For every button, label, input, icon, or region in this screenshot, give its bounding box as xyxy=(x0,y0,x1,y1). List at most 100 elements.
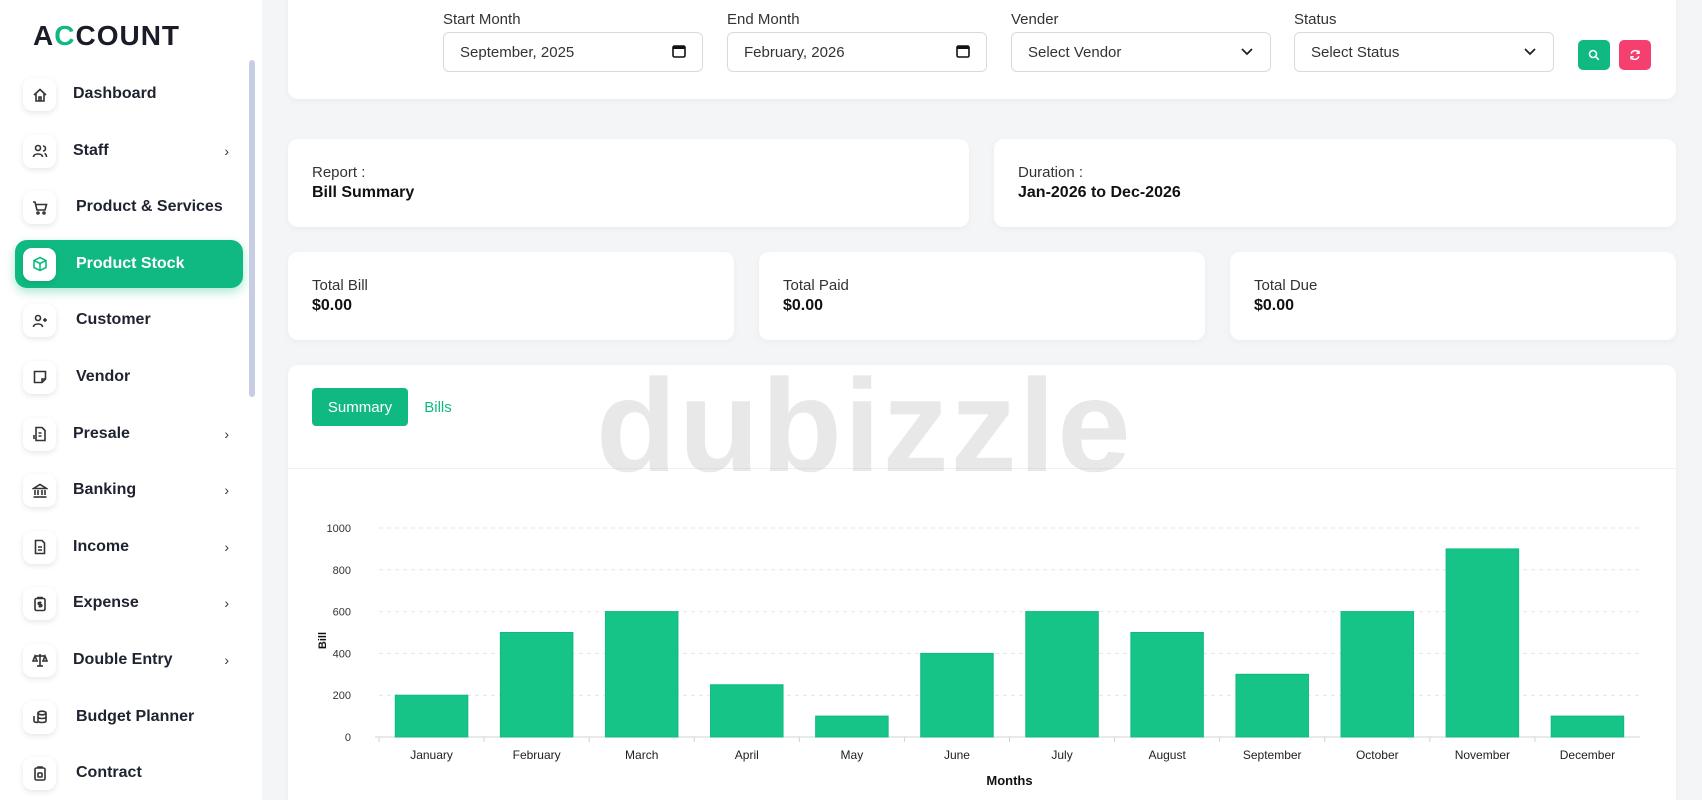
chevron-right-icon: › xyxy=(224,595,229,612)
bar-june xyxy=(920,652,994,738)
report-value: Bill Summary xyxy=(312,184,415,201)
sidebar-item-presale[interactable]: Presale › xyxy=(15,410,243,458)
bill-bar-chart: 0 200 400 600 800 1000 January February March Apr… xyxy=(317,523,1640,788)
duration-card: Duration : Jan-2026 to Dec-2026 xyxy=(994,139,1676,227)
sidebar-item-staff[interactable]: Staff › xyxy=(15,127,243,175)
total-due-card: Total Due $0.00 xyxy=(1230,252,1676,340)
x-tick-label: August xyxy=(1148,748,1186,762)
sidebar-item-label: Dashboard xyxy=(73,85,157,102)
total-bill-title: Total Bill xyxy=(312,277,368,294)
start-month-input[interactable]: September, 2025 xyxy=(443,32,703,72)
sidebar-item-expense[interactable]: Expense › xyxy=(15,579,243,627)
search-icon xyxy=(1588,49,1600,61)
calendar-icon[interactable] xyxy=(956,44,970,61)
sidebar-item-label: Double Entry xyxy=(73,650,173,668)
sidebar: ACCOUNT Dashboard Staff › Product & Service… xyxy=(0,0,262,800)
file-icon xyxy=(23,530,56,564)
y-tick-label: 200 xyxy=(333,690,351,702)
sidebar-item-label: Expense xyxy=(73,594,139,612)
y-tick-label: 0 xyxy=(345,732,351,744)
total-bill-value: $0.00 xyxy=(312,297,353,314)
y-tick-label: 800 xyxy=(333,565,351,577)
x-tick-label: March xyxy=(625,748,658,762)
sidebar-item-dashboard[interactable]: Dashboard xyxy=(15,70,243,118)
y-tick-label: 400 xyxy=(333,648,351,660)
sidebar-item-label: Product & Services xyxy=(76,198,223,216)
x-tick-label: January xyxy=(410,748,453,762)
end-month-value: February, 2026 xyxy=(744,43,845,61)
x-tick-label: June xyxy=(944,748,970,762)
sidebar-item-product-services[interactable]: Product & Services xyxy=(15,183,243,231)
sidebar-item-label: Income xyxy=(73,537,130,555)
sidebar-item-label: Staff xyxy=(73,141,109,159)
clipboard-dollar-icon xyxy=(23,587,56,621)
bar-august xyxy=(1130,632,1204,738)
note-icon xyxy=(23,360,56,394)
total-paid-value: $0.00 xyxy=(783,297,824,314)
bar-january xyxy=(394,694,469,738)
sidebar-item-banking[interactable]: Banking › xyxy=(15,466,243,514)
user-plus-icon xyxy=(23,304,56,338)
end-month-input[interactable]: February, 2026 xyxy=(727,32,987,72)
sidebar-item-label: Presale xyxy=(73,424,130,442)
filter-card: Start Month September, 2025 End Month Fe… xyxy=(288,0,1676,99)
chevron-down-icon xyxy=(1240,44,1254,61)
sidebar-item-label: Banking xyxy=(73,481,137,499)
chevron-right-icon: › xyxy=(224,482,229,499)
x-tick-label: May xyxy=(841,748,864,762)
sidebar-item-label: Customer xyxy=(76,311,151,329)
sidebar-item-double-entry[interactable]: Double Entry › xyxy=(15,636,243,684)
total-paid-title: Total Paid xyxy=(783,277,849,294)
bar-november xyxy=(1445,548,1520,738)
chevron-right-icon: › xyxy=(224,142,229,159)
x-tick-label: October xyxy=(1356,748,1399,762)
vendor-select[interactable]: Select Vendor xyxy=(1011,32,1271,72)
search-button[interactable] xyxy=(1578,40,1610,70)
bank-icon xyxy=(23,474,56,508)
chevron-right-icon: › xyxy=(224,425,229,442)
chevron-right-icon: › xyxy=(224,538,229,555)
x-tick-label: September xyxy=(1243,748,1302,762)
x-axis-title: Months xyxy=(986,773,1032,788)
bar-october xyxy=(1340,611,1415,738)
x-tick-label: April xyxy=(735,748,759,762)
calendar-icon[interactable] xyxy=(672,44,686,61)
duration-title: Duration : xyxy=(1018,164,1084,181)
start-month-value: September, 2025 xyxy=(460,43,575,61)
status-label: Status xyxy=(1294,11,1337,28)
sidebar-item-contract[interactable]: Contract xyxy=(15,749,243,797)
sidebar-item-customer[interactable]: Customer xyxy=(15,296,243,344)
report-card: Report : Bill Summary xyxy=(288,139,969,227)
bar-may xyxy=(815,715,889,738)
status-select[interactable]: Select Status xyxy=(1294,32,1554,72)
x-tick-label: December xyxy=(1560,748,1615,762)
coins-icon xyxy=(23,700,56,734)
reset-button[interactable] xyxy=(1619,40,1651,70)
app-logo[interactable]: ACCOUNT xyxy=(33,20,180,52)
chevron-right-icon: › xyxy=(224,651,229,668)
sidebar-item-label: Vendor xyxy=(76,367,131,385)
file-dollar-icon xyxy=(23,417,56,451)
y-axis-title: Bill xyxy=(317,632,329,649)
end-month-label: End Month xyxy=(727,11,800,28)
sidebar-item-product-stock[interactable]: Product Stock xyxy=(15,239,243,288)
x-tick-label: November xyxy=(1455,748,1510,762)
scale-icon xyxy=(23,643,56,677)
report-title: Report : xyxy=(312,164,366,181)
bar-march xyxy=(604,611,679,738)
bar-september xyxy=(1235,673,1309,738)
y-tick-label: 600 xyxy=(333,607,351,619)
sidebar-item-income[interactable]: Income › xyxy=(15,523,243,571)
bar-december xyxy=(1550,715,1625,738)
cart-icon xyxy=(23,191,56,225)
sidebar-item-label: Budget Planner xyxy=(76,707,195,725)
sidebar-item-vendor[interactable]: Vendor xyxy=(15,353,243,401)
status-select-value: Select Status xyxy=(1311,43,1400,61)
vendor-select-value: Select Vendor xyxy=(1028,43,1122,61)
sidebar-item-budget-planner[interactable]: Budget Planner xyxy=(15,693,243,741)
bar-july xyxy=(1025,611,1099,738)
chart-card: Summary Bills 0 200 400 600 800 1000 January Fe… xyxy=(288,365,1676,800)
bar-february xyxy=(499,632,574,738)
sidebar-scrollbar[interactable] xyxy=(249,60,255,397)
x-tick-label: February xyxy=(513,748,561,762)
